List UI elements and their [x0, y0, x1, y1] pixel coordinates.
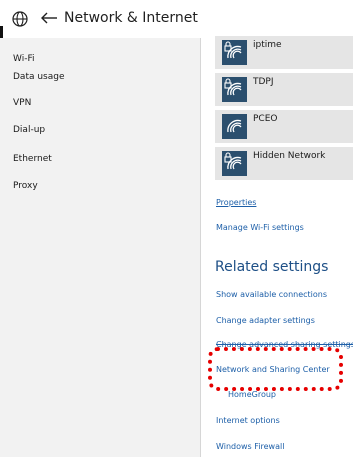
properties-link[interactable]: Properties	[216, 198, 256, 207]
change-adapter-settings-link[interactable]: Change adapter settings	[216, 316, 315, 325]
wifi-network-item[interactable]: TDPJ	[215, 73, 353, 106]
sidebar-item-ethernet[interactable]: Ethernet	[13, 154, 52, 164]
settings-window: Network & Internet Wi-Fi Data usage VPN …	[0, 0, 353, 457]
show-available-connections-link[interactable]: Show available connections	[216, 290, 327, 299]
wifi-network-item[interactable]: Hidden Network	[215, 147, 353, 180]
wifi-secured-icon	[222, 40, 247, 65]
sidebar-item-vpn[interactable]: VPN	[13, 98, 31, 108]
wifi-network-item[interactable]: PCEO	[215, 110, 353, 143]
wifi-network-name: Hidden Network	[253, 151, 326, 161]
related-settings-heading: Related settings	[215, 259, 329, 275]
wifi-network-name: PCEO	[253, 114, 278, 124]
header: Network & Internet	[0, 0, 353, 38]
sidebar-item-dial-up[interactable]: Dial-up	[13, 125, 45, 135]
windows-firewall-link[interactable]: Windows Firewall	[216, 442, 284, 451]
sidebar-divider	[200, 38, 201, 457]
internet-options-link[interactable]: Internet options	[216, 416, 280, 425]
highlight-annotation	[208, 347, 343, 391]
sidebar-item-data-usage[interactable]: Data usage	[13, 72, 65, 82]
wifi-network-name: iptime	[253, 40, 282, 50]
wifi-network-item[interactable]: iptime	[215, 36, 353, 69]
wifi-secured-icon	[222, 151, 247, 176]
wifi-network-name: TDPJ	[253, 77, 274, 87]
page-title: Network & Internet	[64, 10, 198, 26]
globe-icon	[12, 11, 28, 27]
back-arrow-icon[interactable]	[39, 8, 59, 28]
sidebar: Wi-Fi Data usage VPN Dial-up Ethernet Pr…	[0, 38, 200, 457]
homegroup-link[interactable]: HomeGroup	[228, 390, 276, 399]
wifi-secured-icon	[222, 77, 247, 102]
wifi-open-icon	[222, 114, 247, 139]
sidebar-item-proxy[interactable]: Proxy	[13, 181, 38, 191]
manage-wifi-settings-link[interactable]: Manage Wi-Fi settings	[216, 223, 304, 232]
sidebar-item-wifi[interactable]: Wi-Fi	[13, 54, 34, 64]
